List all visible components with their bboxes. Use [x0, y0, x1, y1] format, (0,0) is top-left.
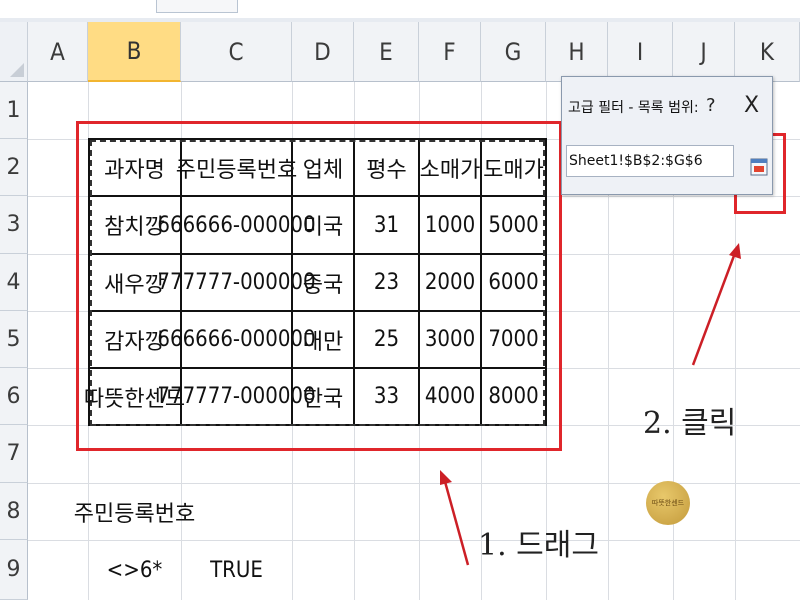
watermark-badge: 따뜻한센드 — [646, 481, 690, 525]
annotation-drag: 1. 드래그 — [478, 528, 599, 563]
annotation-click: 2. 클릭 — [643, 406, 737, 441]
watermark-badge-text: 따뜻한센드 — [651, 499, 685, 507]
